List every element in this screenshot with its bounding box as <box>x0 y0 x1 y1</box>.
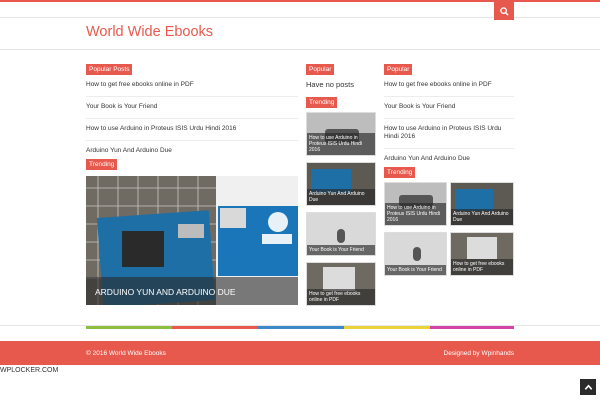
trending-thumb[interactable]: How to get free ebooks online in PDF <box>306 262 376 306</box>
trending-thumb[interactable]: Arduino Yun And Arduino Due <box>306 162 376 206</box>
featured-post[interactable]: ARDUINO YUN AND ARDUINO DUE <box>86 176 298 305</box>
watermark-text: WPLOCKER.COM <box>0 367 59 374</box>
site-title[interactable]: World Wide Ebooks <box>86 24 213 40</box>
trending-thumb[interactable]: How to get free ebooks online in PDF <box>450 232 514 276</box>
popular-tag: Popular <box>306 64 335 75</box>
list-item[interactable]: Your Book is Your Friend <box>86 97 298 119</box>
popular-posts-tag: Popular Posts <box>86 64 133 75</box>
list-item[interactable]: How to use Arduino in Proteus ISIS Urdu … <box>384 119 514 149</box>
trending-thumb[interactable]: Arduino Yun And Arduino Due <box>450 182 514 226</box>
list-item[interactable]: How to get free ebooks online in PDF <box>384 75 514 97</box>
thumb-caption: How to get free ebooks online in PDF <box>451 259 513 275</box>
trending-thumb[interactable]: How to use Arduino in Proteus ISIS Urdu … <box>384 182 447 226</box>
stripe-segment <box>86 326 172 329</box>
stripe-segment <box>430 326 514 329</box>
no-posts-text: Have no posts <box>306 80 354 89</box>
trending-tag: Trending <box>86 159 118 170</box>
search-icon <box>499 6 509 16</box>
list-item[interactable]: Arduino Yun And Arduino Due <box>86 141 298 162</box>
trending-tag: Trending <box>306 97 338 108</box>
copyright-text: © 2016 World Wide Ebooks <box>86 350 166 357</box>
site-header: World Wide Ebooks <box>0 18 600 50</box>
thumb-caption: Arduino Yun And Arduino Due <box>451 209 513 225</box>
trending-thumb[interactable]: How to use Arduino in Proteus ISIS Urdu … <box>306 112 376 156</box>
back-to-top-button[interactable] <box>580 379 596 395</box>
thumb-caption: Arduino Yun And Arduino Due <box>307 189 375 205</box>
thumb-caption: How to use Arduino in Proteus ISIS Urdu … <box>307 133 375 155</box>
right-popular-list: How to get free ebooks online in PDF You… <box>384 75 514 170</box>
designer-credit-link[interactable]: Designed by Wpinhands <box>444 350 514 357</box>
list-item[interactable]: Your Book is Your Friend <box>384 97 514 119</box>
left-popular-list: How to get free ebooks online in PDF You… <box>86 75 298 162</box>
thumb-caption: How to get free ebooks online in PDF <box>307 289 375 305</box>
popular-tag: Popular <box>384 64 413 75</box>
thumb-caption: Your Book is Your Friend <box>385 265 446 275</box>
thumb-caption: How to use Arduino in Proteus ISIS Urdu … <box>385 203 446 225</box>
list-item[interactable]: How to get free ebooks online in PDF <box>86 75 298 97</box>
site-footer: © 2016 World Wide Ebooks Designed by Wpi… <box>0 341 600 365</box>
trending-thumb[interactable]: Your Book is Your Friend <box>306 212 376 256</box>
featured-caption: ARDUINO YUN AND ARDUINO DUE <box>86 277 298 305</box>
trending-tag: Trending <box>384 167 416 178</box>
stripe-segment <box>344 326 430 329</box>
stripe-segment <box>172 326 258 329</box>
top-bar <box>0 0 600 20</box>
trending-thumb[interactable]: Your Book is Your Friend <box>384 232 447 276</box>
list-item[interactable]: How to use Arduino in Proteus ISIS Urdu … <box>86 119 298 141</box>
thumb-caption: Your Book is Your Friend <box>307 245 375 255</box>
stripe-segment <box>258 326 344 329</box>
chevron-up-icon <box>584 383 592 390</box>
